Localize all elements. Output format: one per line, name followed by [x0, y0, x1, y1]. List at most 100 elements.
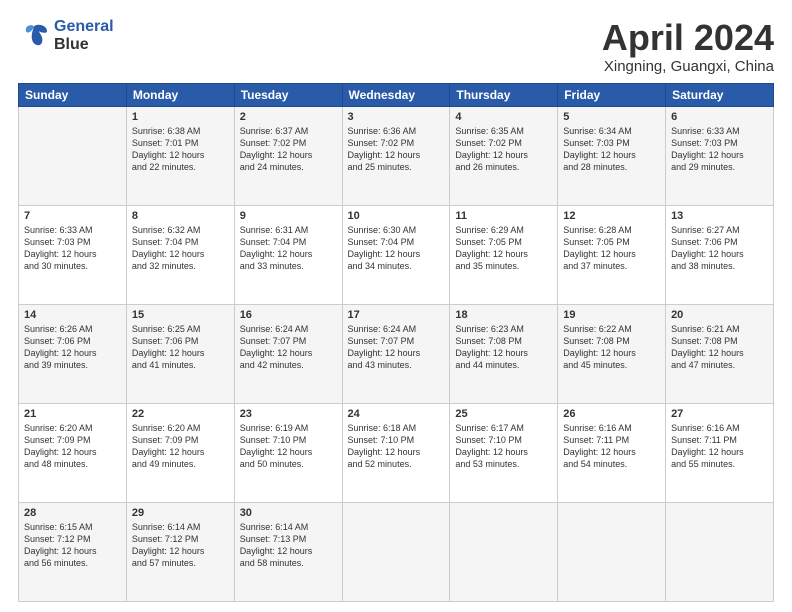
day-cell: 14 Sunrise: 6:26 AM Sunset: 7:06 PM Dayli… — [19, 304, 127, 403]
header: General Blue April 2024 Xingning, Guangx… — [18, 18, 774, 75]
day-info: Sunrise: 6:21 AM Sunset: 7:08 PM Dayligh… — [671, 323, 768, 372]
day-cell: 28 Sunrise: 6:15 AM Sunset: 7:12 PM Dayli… — [19, 502, 127, 601]
col-header-saturday: Saturday — [666, 83, 774, 106]
day-cell: 12 Sunrise: 6:28 AM Sunset: 7:05 PM Dayli… — [558, 205, 666, 304]
day-number: 26 — [563, 408, 660, 420]
day-number: 22 — [132, 408, 229, 420]
day-number: 18 — [455, 309, 552, 321]
col-header-friday: Friday — [558, 83, 666, 106]
day-info: Sunrise: 6:24 AM Sunset: 7:07 PM Dayligh… — [348, 323, 445, 372]
day-number: 27 — [671, 408, 768, 420]
day-number: 11 — [455, 210, 552, 222]
day-number: 24 — [348, 408, 445, 420]
day-cell — [666, 502, 774, 601]
day-cell: 7 Sunrise: 6:33 AM Sunset: 7:03 PM Daylig… — [19, 205, 127, 304]
day-cell: 17Sunrise: 6:24 AM Sunset: 7:07 PM Dayli… — [342, 304, 450, 403]
day-cell — [342, 502, 450, 601]
day-info: Sunrise: 6:38 AM Sunset: 7:01 PM Dayligh… — [132, 125, 229, 174]
day-info: Sunrise: 6:14 AM Sunset: 7:13 PM Dayligh… — [240, 521, 337, 570]
day-cell: 21 Sunrise: 6:20 AM Sunset: 7:09 PM Dayli… — [19, 403, 127, 502]
day-info: Sunrise: 6:15 AM Sunset: 7:12 PM Dayligh… — [24, 521, 121, 570]
day-number: 8 — [132, 210, 229, 222]
day-cell: 30 Sunrise: 6:14 AM Sunset: 7:13 PM Dayli… — [234, 502, 342, 601]
page: General Blue April 2024 Xingning, Guangx… — [0, 0, 792, 612]
day-number: 12 — [563, 210, 660, 222]
day-info: Sunrise: 6:33 AM Sunset: 7:03 PM Dayligh… — [24, 224, 121, 273]
logo-icon — [18, 20, 50, 52]
day-info: Sunrise: 6:29 AM Sunset: 7:05 PM Dayligh… — [455, 224, 552, 273]
day-number: 9 — [240, 210, 337, 222]
day-cell: 6Sunrise: 6:33 AM Sunset: 7:03 PM Daylig… — [666, 106, 774, 205]
day-cell — [450, 502, 558, 601]
day-number: 4 — [455, 111, 552, 123]
day-cell: 18 Sunrise: 6:23 AM Sunset: 7:08 PM Dayli… — [450, 304, 558, 403]
day-cell: 26 Sunrise: 6:16 AM Sunset: 7:11 PM Dayli… — [558, 403, 666, 502]
day-number: 28 — [24, 507, 121, 519]
logo-text: General Blue — [54, 18, 114, 53]
main-title: April 2024 — [602, 18, 774, 58]
logo-general: General — [54, 18, 114, 35]
col-header-sunday: Sunday — [19, 83, 127, 106]
day-number: 21 — [24, 408, 121, 420]
day-info: Sunrise: 6:30 AM Sunset: 7:04 PM Dayligh… — [348, 224, 445, 273]
day-number: 5 — [563, 111, 660, 123]
day-info: Sunrise: 6:20 AM Sunset: 7:09 PM Dayligh… — [24, 422, 121, 471]
day-info: Sunrise: 6:20 AM Sunset: 7:09 PM Dayligh… — [132, 422, 229, 471]
day-info: Sunrise: 6:32 AM Sunset: 7:04 PM Dayligh… — [132, 224, 229, 273]
day-info: Sunrise: 6:14 AM Sunset: 7:12 PM Dayligh… — [132, 521, 229, 570]
day-info: Sunrise: 6:31 AM Sunset: 7:04 PM Dayligh… — [240, 224, 337, 273]
day-info: Sunrise: 6:17 AM Sunset: 7:10 PM Dayligh… — [455, 422, 552, 471]
day-cell: 13 Sunrise: 6:27 AM Sunset: 7:06 PM Dayli… — [666, 205, 774, 304]
day-cell: 2 Sunrise: 6:37 AM Sunset: 7:02 PM Daylig… — [234, 106, 342, 205]
day-number: 3 — [348, 111, 445, 123]
day-cell: 22 Sunrise: 6:20 AM Sunset: 7:09 PM Dayli… — [126, 403, 234, 502]
day-info: Sunrise: 6:26 AM Sunset: 7:06 PM Dayligh… — [24, 323, 121, 372]
day-number: 10 — [348, 210, 445, 222]
day-info: Sunrise: 6:23 AM Sunset: 7:08 PM Dayligh… — [455, 323, 552, 372]
day-info: Sunrise: 6:24 AM Sunset: 7:07 PM Dayligh… — [240, 323, 337, 372]
day-cell: 3Sunrise: 6:36 AM Sunset: 7:02 PM Daylig… — [342, 106, 450, 205]
day-info: Sunrise: 6:37 AM Sunset: 7:02 PM Dayligh… — [240, 125, 337, 174]
day-cell — [19, 106, 127, 205]
day-number: 30 — [240, 507, 337, 519]
day-cell: 27Sunrise: 6:16 AM Sunset: 7:11 PM Dayli… — [666, 403, 774, 502]
day-cell: 10 Sunrise: 6:30 AM Sunset: 7:04 PM Dayli… — [342, 205, 450, 304]
day-info: Sunrise: 6:28 AM Sunset: 7:05 PM Dayligh… — [563, 224, 660, 273]
day-cell: 5Sunrise: 6:34 AM Sunset: 7:03 PM Daylig… — [558, 106, 666, 205]
week-row-4: 21 Sunrise: 6:20 AM Sunset: 7:09 PM Dayli… — [19, 403, 774, 502]
day-number: 7 — [24, 210, 121, 222]
day-number: 13 — [671, 210, 768, 222]
col-header-tuesday: Tuesday — [234, 83, 342, 106]
day-cell: 20 Sunrise: 6:21 AM Sunset: 7:08 PM Dayli… — [666, 304, 774, 403]
calendar-header-row: SundayMondayTuesdayWednesdayThursdayFrid… — [19, 83, 774, 106]
day-info: Sunrise: 6:35 AM Sunset: 7:02 PM Dayligh… — [455, 125, 552, 174]
week-row-2: 7 Sunrise: 6:33 AM Sunset: 7:03 PM Daylig… — [19, 205, 774, 304]
week-row-5: 28 Sunrise: 6:15 AM Sunset: 7:12 PM Dayli… — [19, 502, 774, 601]
day-cell: 23Sunrise: 6:19 AM Sunset: 7:10 PM Dayli… — [234, 403, 342, 502]
day-info: Sunrise: 6:27 AM Sunset: 7:06 PM Dayligh… — [671, 224, 768, 273]
day-number: 15 — [132, 309, 229, 321]
day-info: Sunrise: 6:19 AM Sunset: 7:10 PM Dayligh… — [240, 422, 337, 471]
day-info: Sunrise: 6:16 AM Sunset: 7:11 PM Dayligh… — [563, 422, 660, 471]
day-cell: 1Sunrise: 6:38 AM Sunset: 7:01 PM Daylig… — [126, 106, 234, 205]
day-cell: 11 Sunrise: 6:29 AM Sunset: 7:05 PM Dayli… — [450, 205, 558, 304]
logo: General Blue — [18, 18, 114, 53]
day-cell: 8 Sunrise: 6:32 AM Sunset: 7:04 PM Daylig… — [126, 205, 234, 304]
day-cell: 19Sunrise: 6:22 AM Sunset: 7:08 PM Dayli… — [558, 304, 666, 403]
calendar-table: SundayMondayTuesdayWednesdayThursdayFrid… — [18, 83, 774, 602]
day-cell: 15 Sunrise: 6:25 AM Sunset: 7:06 PM Dayli… — [126, 304, 234, 403]
day-number: 25 — [455, 408, 552, 420]
day-number: 20 — [671, 309, 768, 321]
day-cell: 16Sunrise: 6:24 AM Sunset: 7:07 PM Dayli… — [234, 304, 342, 403]
day-number: 2 — [240, 111, 337, 123]
day-info: Sunrise: 6:22 AM Sunset: 7:08 PM Dayligh… — [563, 323, 660, 372]
day-number: 14 — [24, 309, 121, 321]
day-info: Sunrise: 6:18 AM Sunset: 7:10 PM Dayligh… — [348, 422, 445, 471]
day-cell: 9 Sunrise: 6:31 AM Sunset: 7:04 PM Daylig… — [234, 205, 342, 304]
day-cell: 25 Sunrise: 6:17 AM Sunset: 7:10 PM Dayli… — [450, 403, 558, 502]
col-header-thursday: Thursday — [450, 83, 558, 106]
day-cell: 24 Sunrise: 6:18 AM Sunset: 7:10 PM Dayli… — [342, 403, 450, 502]
day-cell: 29Sunrise: 6:14 AM Sunset: 7:12 PM Dayli… — [126, 502, 234, 601]
day-cell: 4 Sunrise: 6:35 AM Sunset: 7:02 PM Daylig… — [450, 106, 558, 205]
day-info: Sunrise: 6:25 AM Sunset: 7:06 PM Dayligh… — [132, 323, 229, 372]
